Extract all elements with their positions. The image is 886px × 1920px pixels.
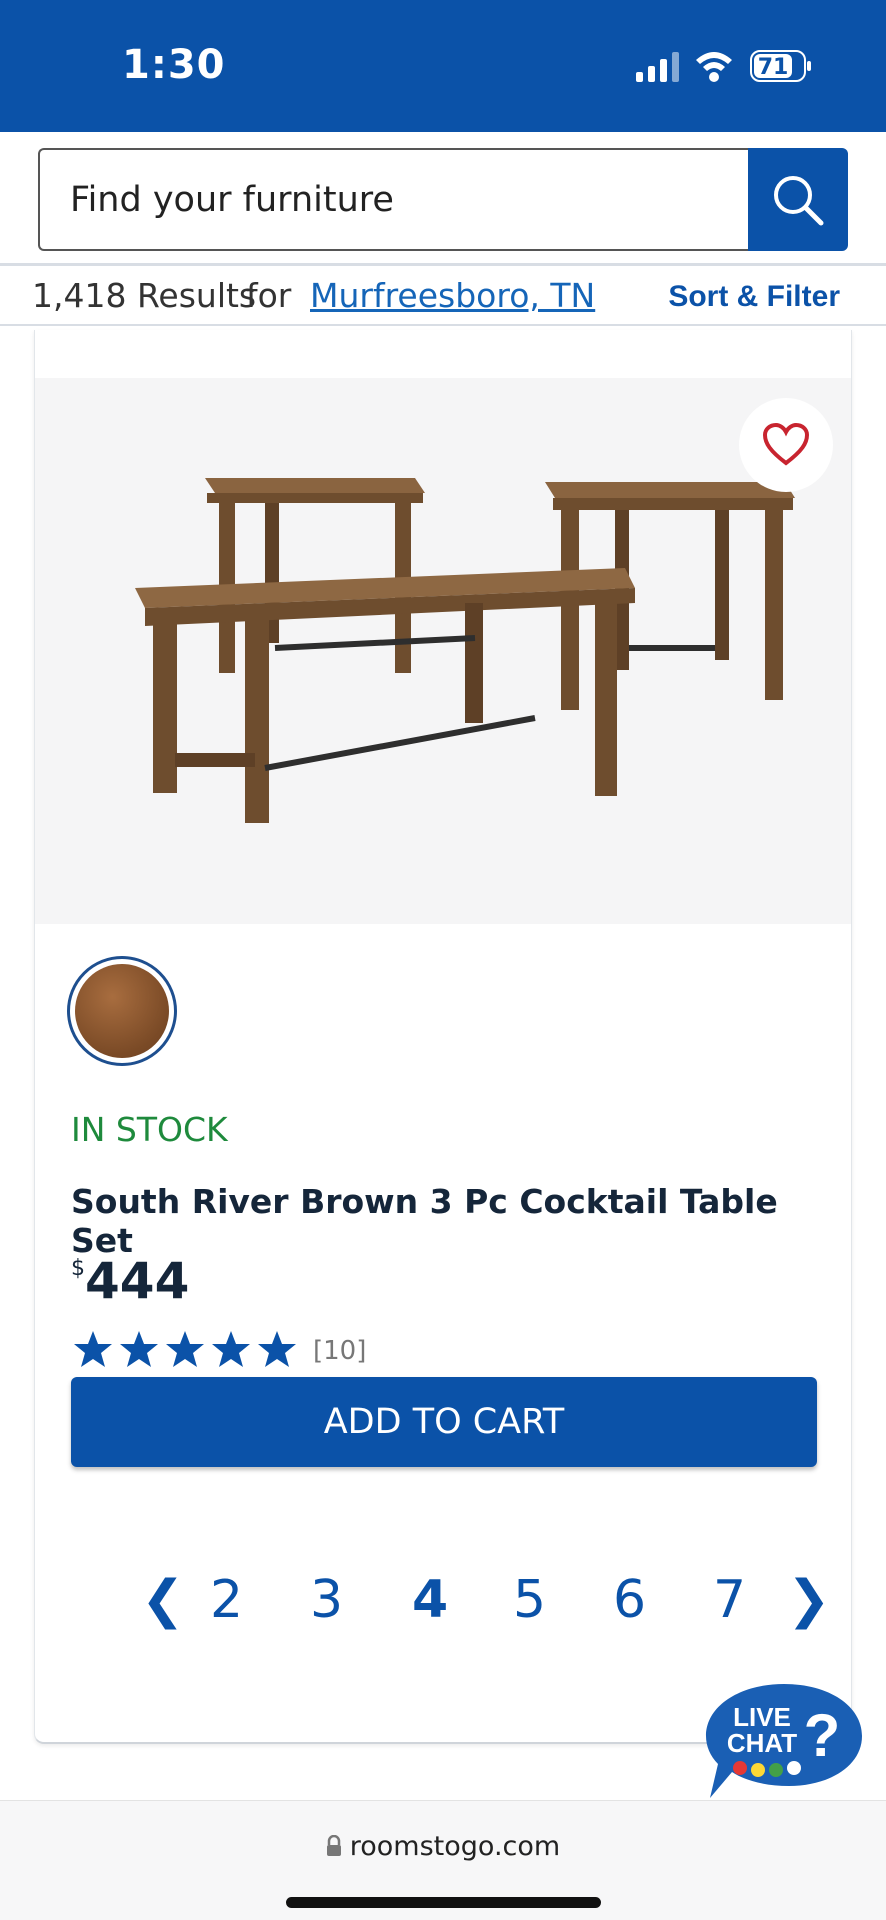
- live-chat-button[interactable]: LIVE CHAT ?: [704, 1676, 864, 1806]
- lock-icon: [326, 1835, 341, 1856]
- search-button[interactable]: [748, 148, 848, 251]
- url-field[interactable]: roomstogo.com: [0, 1831, 886, 1862]
- star-rating[interactable]: [73, 1330, 297, 1368]
- product-title[interactable]: South River Brown 3 Pc Cocktail Table Se…: [71, 1182, 851, 1260]
- url-text: roomstogo.com: [349, 1831, 561, 1862]
- swatch-fill: [75, 964, 169, 1058]
- browser-bar: roomstogo.com: [0, 1800, 886, 1920]
- product-price: $444: [71, 1252, 189, 1310]
- review-count[interactable]: [10]: [313, 1336, 366, 1366]
- page-link-6[interactable]: 6: [613, 1570, 646, 1630]
- page-link-2[interactable]: 2: [210, 1570, 243, 1630]
- heart-icon: [762, 423, 810, 466]
- product-image[interactable]: [35, 378, 851, 924]
- color-swatch[interactable]: [67, 956, 177, 1066]
- add-to-cart-button[interactable]: ADD TO CART: [71, 1377, 817, 1467]
- status-time: 1:30: [122, 42, 226, 88]
- star-icon: [258, 1331, 296, 1367]
- price-currency: $: [71, 1256, 85, 1281]
- svg-text:?: ?: [804, 1702, 841, 1769]
- pagination-prev-button[interactable]: ❮: [141, 1570, 185, 1630]
- page-link-4[interactable]: 4: [412, 1570, 448, 1630]
- results-for-label: for: [246, 276, 292, 315]
- home-indicator[interactable]: [286, 1897, 601, 1908]
- status-bar: 1:30 71: [0, 0, 886, 132]
- page-link-5[interactable]: 5: [513, 1570, 546, 1630]
- page-link-7[interactable]: 7: [713, 1570, 746, 1630]
- results-count: 1,418 Results: [32, 276, 257, 315]
- wifi-icon: [696, 52, 732, 82]
- live-chat-icon: LIVE CHAT ?: [706, 1684, 862, 1798]
- page-link-3[interactable]: 3: [310, 1570, 343, 1630]
- live-chat-line2: CHAT: [727, 1728, 797, 1758]
- star-icon: [74, 1331, 112, 1367]
- favorite-button[interactable]: [739, 398, 833, 492]
- search-row: [0, 132, 886, 266]
- cocktail-table-set-image: [135, 478, 795, 823]
- search-icon: [774, 175, 824, 225]
- price-amount: 444: [85, 1252, 190, 1310]
- search-input[interactable]: [38, 148, 750, 251]
- cellular-signal-icon: [636, 52, 679, 82]
- star-icon: [166, 1331, 204, 1367]
- pagination: ❮ 2 3 4 5 6 7 ❯: [95, 1570, 831, 1640]
- results-bar: 1,418 Results for Murfreesboro, TN Sort …: [0, 268, 886, 326]
- battery-level: 71: [758, 55, 789, 80]
- pagination-next-button[interactable]: ❯: [787, 1570, 831, 1630]
- star-icon: [212, 1331, 250, 1367]
- battery-icon: 71: [750, 50, 812, 82]
- stock-status: IN STOCK: [71, 1110, 228, 1149]
- product-card: IN STOCK South River Brown 3 Pc Cocktail…: [34, 330, 852, 1744]
- location-link[interactable]: Murfreesboro, TN: [310, 276, 595, 315]
- star-icon: [120, 1331, 158, 1367]
- sort-filter-button[interactable]: Sort & Filter: [668, 280, 840, 314]
